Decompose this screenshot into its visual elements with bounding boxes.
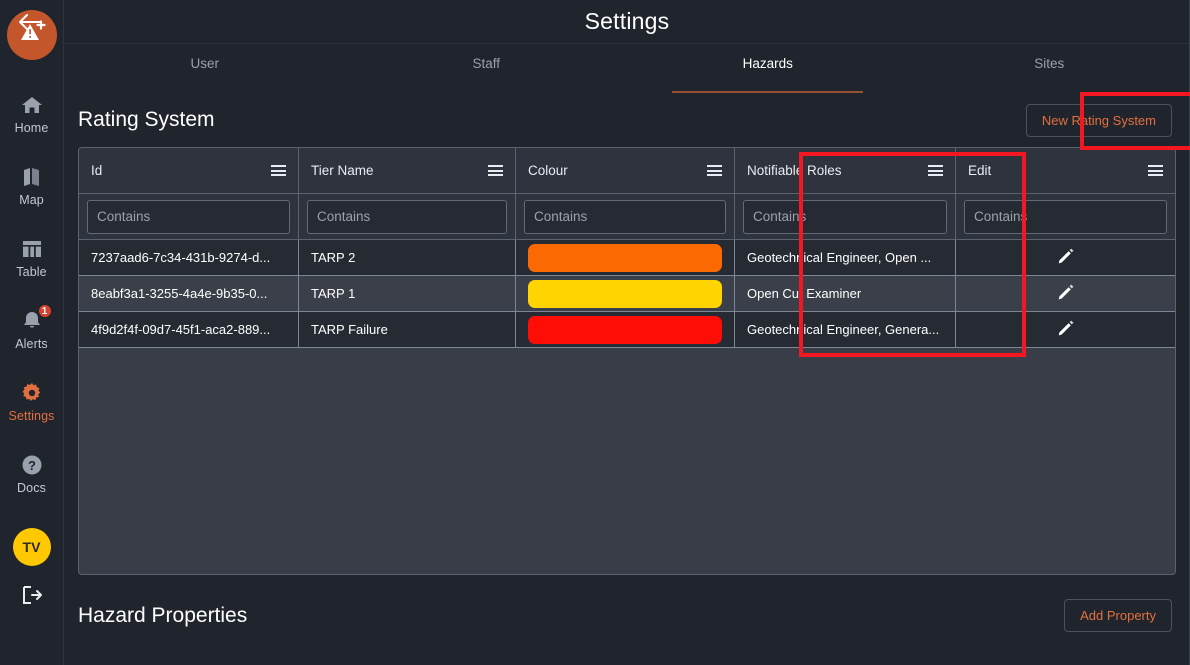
cell-colour: [516, 276, 735, 311]
cell-tier-name: TARP 2: [299, 240, 516, 275]
sidebar-item-label: Settings: [8, 409, 55, 423]
column-header-colour[interactable]: Colour: [516, 148, 735, 193]
table-icon: [21, 237, 43, 260]
page-title: Settings: [584, 8, 670, 34]
top-bar: Settings: [19, 0, 1190, 44]
filter-input-colour[interactable]: [524, 199, 726, 234]
cell-tier-name: TARP 1: [299, 276, 516, 311]
pencil-icon[interactable]: [1056, 246, 1076, 269]
back-arrow-icon[interactable]: [15, 9, 45, 35]
hazard-properties-header: Hazard Properties Add Property: [78, 575, 1176, 632]
sidebar-item-settings[interactable]: Settings: [0, 366, 64, 438]
sidebar-item-label: Docs: [17, 481, 46, 495]
column-header-label: Notifiable Roles: [747, 163, 842, 178]
filter-input-tier-name[interactable]: [307, 199, 507, 234]
filter-cell-tier-name: [299, 194, 516, 239]
filter-input-id[interactable]: [87, 199, 290, 234]
column-header-label: Edit: [968, 163, 992, 178]
filter-cell-edit: [956, 194, 1175, 239]
avatar[interactable]: TV: [12, 528, 51, 566]
tab-bar: User Staff Hazards Sites: [64, 44, 1190, 93]
filter-cell-colour: [516, 194, 735, 239]
cell-id: 7237aad6-7c34-431b-9274-d...: [79, 240, 299, 275]
sidebar-item-map[interactable]: Map: [0, 150, 64, 222]
filter-input-notifiable-roles[interactable]: [743, 199, 947, 234]
tab-user[interactable]: User: [64, 44, 346, 93]
column-header-label: Id: [91, 163, 103, 178]
table-row[interactable]: 7237aad6-7c34-431b-9274-d... TARP 2 Geot…: [79, 240, 1175, 276]
cell-colour: [516, 240, 735, 275]
rating-system-header: Rating System New Rating System: [78, 93, 1176, 147]
filter-cell-id: [79, 194, 299, 239]
cell-edit[interactable]: [956, 240, 1175, 275]
column-header-tier-name[interactable]: Tier Name: [299, 148, 516, 193]
home-icon: [21, 93, 43, 116]
colour-swatch: [528, 279, 722, 308]
pencil-icon[interactable]: [1056, 282, 1076, 305]
table-row[interactable]: 8eabf3a1-3255-4a4e-9b35-0... TARP 1 Open…: [79, 276, 1175, 312]
filter-cell-notifiable-roles: [735, 194, 956, 239]
cell-notifiable-roles: Geotechnical Engineer, Open ...: [735, 240, 956, 275]
sidebar-item-docs[interactable]: ? Docs: [0, 438, 64, 510]
tab-sites[interactable]: Sites: [909, 44, 1190, 93]
colour-swatch: [528, 243, 722, 272]
sidebar-item-table[interactable]: Table: [0, 222, 64, 294]
new-rating-system-button[interactable]: New Rating System: [1025, 103, 1172, 137]
alerts-badge: 1: [36, 303, 53, 319]
rating-system-title: Rating System: [78, 108, 215, 131]
sidebar-item-alerts[interactable]: 1 Alerts: [0, 294, 64, 366]
tab-staff[interactable]: Staff: [346, 44, 628, 93]
cell-notifiable-roles: Geotechnical Engineer, Genera...: [735, 312, 956, 347]
cell-edit[interactable]: [956, 276, 1175, 311]
tab-hazards[interactable]: Hazards: [627, 44, 909, 93]
cell-colour: [516, 312, 735, 347]
column-header-notifiable-roles[interactable]: Notifiable Roles: [735, 148, 956, 193]
cell-id: 4f9d2f4f-09d7-45f1-aca2-889...: [79, 312, 299, 347]
column-header-label: Colour: [528, 163, 568, 178]
filter-input-edit[interactable]: [964, 199, 1167, 234]
cell-notifiable-roles: Open Cut Examiner: [735, 276, 956, 311]
sidebar-item-label: Alerts: [15, 337, 48, 351]
hamburger-menu-icon[interactable]: [1148, 165, 1163, 176]
logout-icon[interactable]: [20, 584, 44, 611]
sidebar: Home Map Table 1 Alerts Settings ? Docs …: [0, 0, 64, 665]
column-header-label: Tier Name: [311, 163, 374, 178]
cell-id: 8eabf3a1-3255-4a4e-9b35-0...: [79, 276, 299, 311]
add-property-button[interactable]: Add Property: [1064, 599, 1172, 632]
app-root: Home Map Table 1 Alerts Settings ? Docs …: [0, 0, 1190, 665]
hamburger-menu-icon[interactable]: [488, 165, 503, 176]
content-area: Rating System New Rating System Id Tier …: [64, 93, 1190, 665]
column-header-edit[interactable]: Edit: [956, 148, 1175, 193]
hamburger-menu-icon[interactable]: [707, 165, 722, 176]
column-header-id[interactable]: Id: [79, 148, 299, 193]
map-icon: [21, 165, 43, 188]
cell-tier-name: TARP Failure: [299, 312, 516, 347]
rating-system-table: Id Tier Name Colour Notifiable Roles Edi…: [78, 147, 1176, 575]
sidebar-item-home[interactable]: Home: [0, 78, 64, 150]
help-icon: ?: [21, 453, 43, 476]
cell-edit[interactable]: [956, 312, 1175, 347]
sidebar-item-label: Table: [16, 265, 47, 279]
hamburger-menu-icon[interactable]: [928, 165, 943, 176]
hazard-properties-title: Hazard Properties: [78, 603, 248, 627]
sidebar-item-label: Map: [19, 193, 44, 207]
table-filter-row: [79, 194, 1175, 240]
main-area: Settings User Staff Hazards Sites Rating…: [19, 0, 1190, 665]
colour-swatch: [528, 315, 722, 344]
table-header-row: Id Tier Name Colour Notifiable Roles Edi…: [79, 148, 1175, 194]
table-row[interactable]: 4f9d2f4f-09d7-45f1-aca2-889... TARP Fail…: [79, 312, 1175, 348]
pencil-icon[interactable]: [1056, 318, 1076, 341]
sidebar-item-label: Home: [14, 121, 49, 135]
gear-icon: [21, 381, 43, 404]
bell-icon: 1: [21, 303, 53, 332]
hamburger-menu-icon[interactable]: [271, 165, 286, 176]
svg-text:?: ?: [28, 458, 36, 473]
